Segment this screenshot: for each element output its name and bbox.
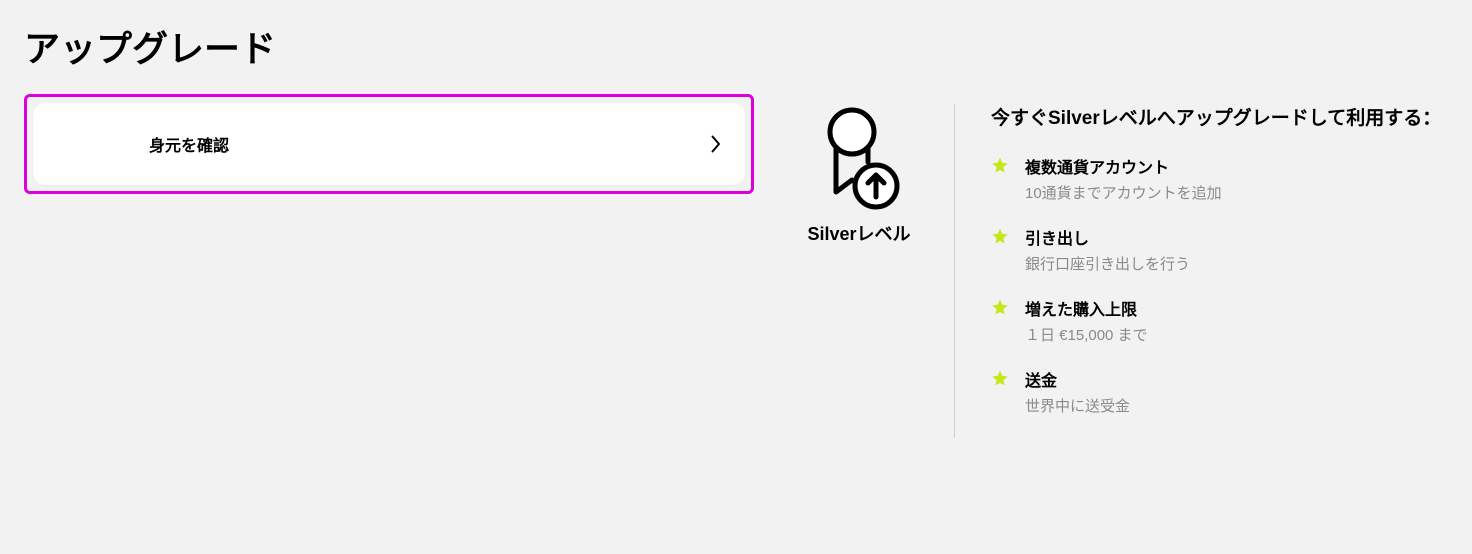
feature-desc: 銀行口座引き出しを行う xyxy=(1025,253,1190,274)
feature-title: 増えた購入上限 xyxy=(1025,296,1148,320)
feature-item: 増えた購入上限 １日 €15,000 まで xyxy=(991,296,1448,345)
feature-text: 引き出し 銀行口座引き出しを行う xyxy=(1025,225,1190,274)
vertical-divider xyxy=(954,104,955,438)
right-column: Silverレベル 今すぐSilverレベルへアップグレードして利用する： 複数… xyxy=(794,94,1448,438)
level-badge-label: Silverレベル xyxy=(807,220,910,246)
page-title: アップグレード xyxy=(24,20,1448,72)
verify-card-highlight: 身元を確認 xyxy=(24,94,754,194)
silver-badge-icon xyxy=(814,104,904,214)
left-column: 身元を確認 xyxy=(24,94,754,438)
star-icon xyxy=(991,156,1009,174)
verify-identity-label: 身元を確認 xyxy=(149,132,229,156)
star-icon xyxy=(991,227,1009,245)
feature-item: 複数通貨アカウント 10通貨までアカウントを追加 xyxy=(991,154,1448,203)
feature-title: 引き出し xyxy=(1025,225,1190,249)
features-block: 今すぐSilverレベルへアップグレードして利用する： 複数通貨アカウント 10… xyxy=(991,104,1448,438)
feature-item: 引き出し 銀行口座引き出しを行う xyxy=(991,225,1448,274)
feature-text: 複数通貨アカウント 10通貨までアカウントを追加 xyxy=(1025,154,1222,203)
level-badge: Silverレベル xyxy=(794,104,924,438)
features-heading: 今すぐSilverレベルへアップグレードして利用する： xyxy=(991,104,1448,134)
feature-title: 複数通貨アカウント xyxy=(1025,154,1222,178)
feature-text: 増えた購入上限 １日 €15,000 まで xyxy=(1025,296,1148,345)
feature-title: 送金 xyxy=(1025,367,1130,391)
feature-desc: １日 €15,000 まで xyxy=(1025,324,1148,345)
verify-identity-button[interactable]: 身元を確認 xyxy=(33,103,745,185)
feature-desc: 10通貨までアカウントを追加 xyxy=(1025,182,1222,203)
star-icon xyxy=(991,298,1009,316)
feature-desc: 世界中に送受金 xyxy=(1025,395,1130,416)
feature-item: 送金 世界中に送受金 xyxy=(991,367,1448,416)
chevron-right-icon xyxy=(711,135,721,153)
content-row: 身元を確認 Silverレベル 今すぐSilverレベルへアップグレードして利用… xyxy=(24,94,1448,438)
star-icon xyxy=(991,369,1009,387)
feature-text: 送金 世界中に送受金 xyxy=(1025,367,1130,416)
